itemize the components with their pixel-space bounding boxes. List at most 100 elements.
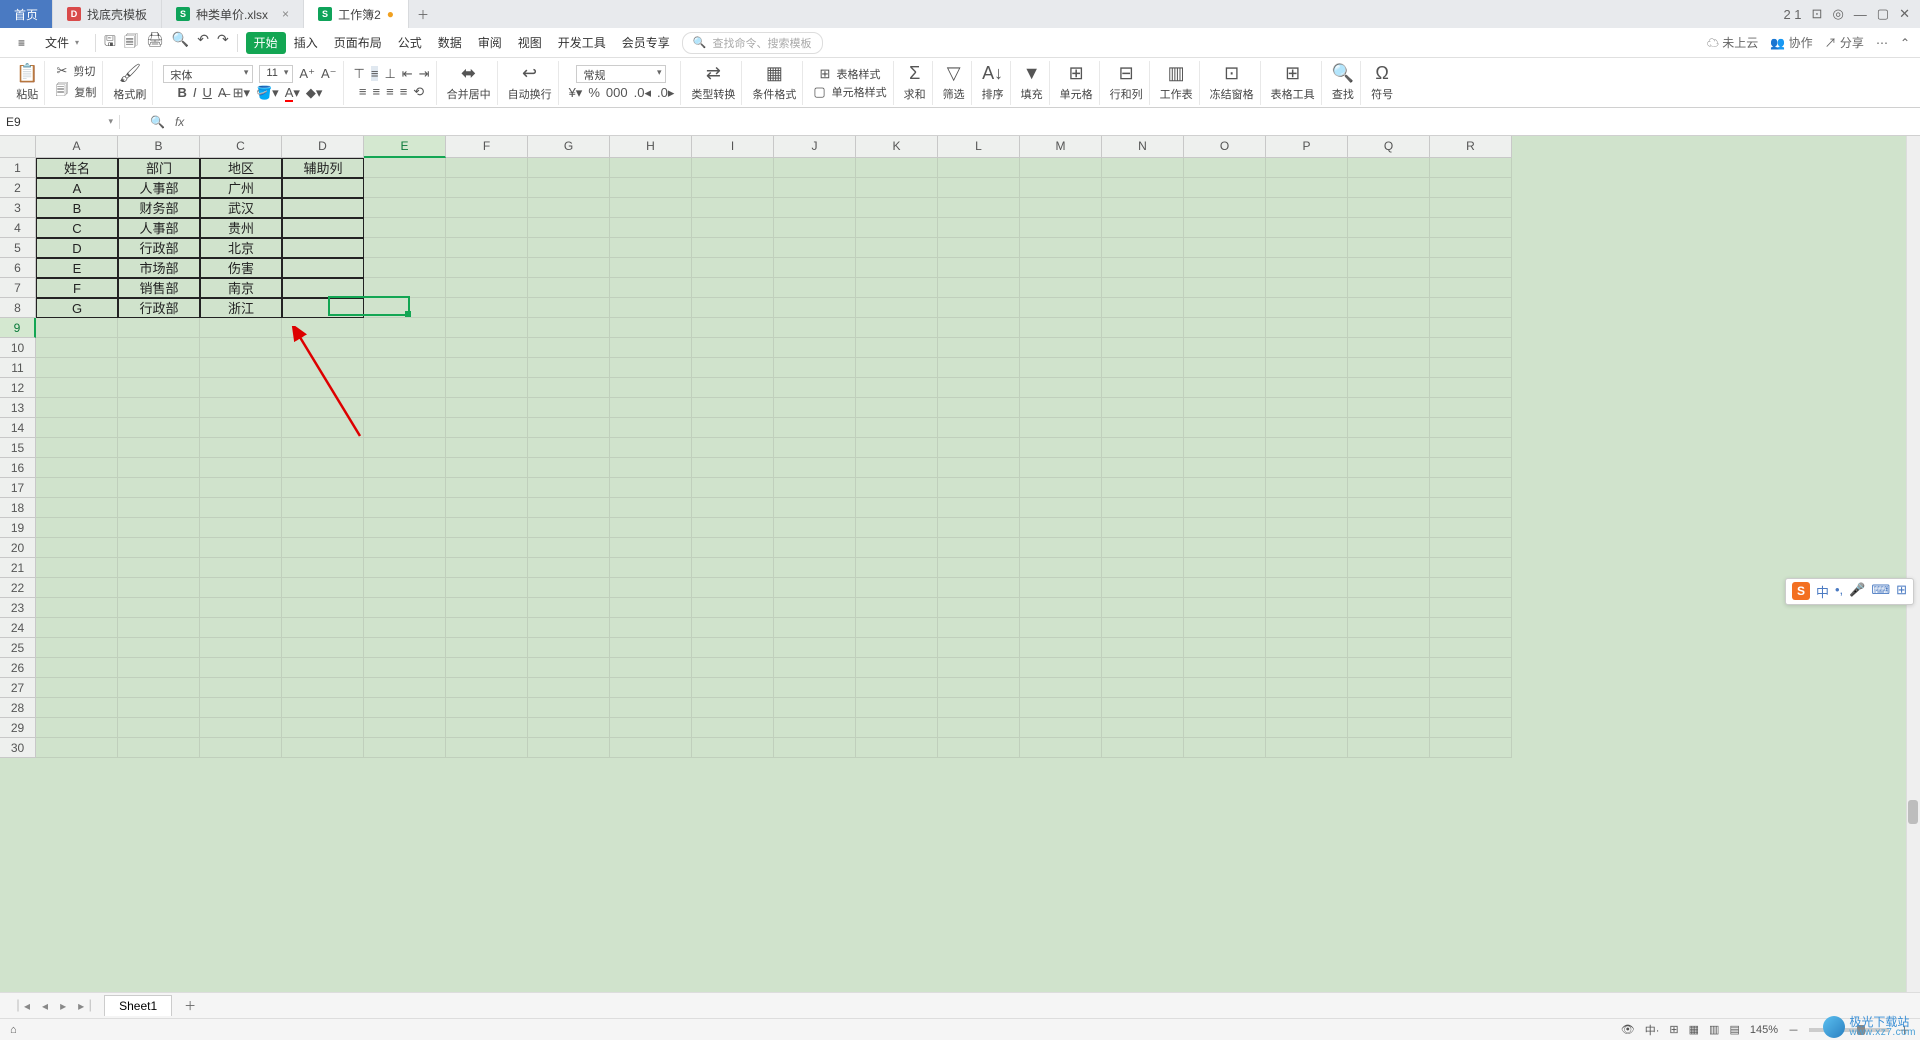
- cell[interactable]: [610, 338, 692, 358]
- cell[interactable]: [1266, 698, 1348, 718]
- scrollbar-thumb[interactable]: [1908, 800, 1918, 824]
- cell[interactable]: F: [36, 278, 118, 298]
- align-right-icon[interactable]: ≡: [386, 84, 394, 99]
- cell[interactable]: [1430, 598, 1512, 618]
- cell[interactable]: [200, 318, 282, 338]
- cell[interactable]: [1348, 398, 1430, 418]
- cell[interactable]: [610, 558, 692, 578]
- row-header[interactable]: 5: [0, 238, 36, 258]
- cell[interactable]: [856, 298, 938, 318]
- cell[interactable]: [36, 318, 118, 338]
- cell[interactable]: [692, 718, 774, 738]
- cell[interactable]: [1102, 318, 1184, 338]
- cell[interactable]: [364, 418, 446, 438]
- cell[interactable]: [774, 178, 856, 198]
- cell[interactable]: 销售部: [118, 278, 200, 298]
- cell[interactable]: [36, 338, 118, 358]
- cell[interactable]: [528, 238, 610, 258]
- cell[interactable]: [692, 618, 774, 638]
- cell[interactable]: [528, 538, 610, 558]
- cell[interactable]: [528, 178, 610, 198]
- number-format-select[interactable]: 常规: [576, 65, 666, 83]
- cell[interactable]: [856, 318, 938, 338]
- cell[interactable]: [36, 718, 118, 738]
- row-header[interactable]: 30: [0, 738, 36, 758]
- cell[interactable]: [118, 618, 200, 638]
- apps-icon[interactable]: ⊡: [1812, 6, 1823, 22]
- cell[interactable]: [200, 338, 282, 358]
- cell[interactable]: [118, 358, 200, 378]
- cell[interactable]: [1348, 378, 1430, 398]
- col-header[interactable]: C: [200, 136, 282, 158]
- cell[interactable]: [1266, 338, 1348, 358]
- cell[interactable]: [200, 458, 282, 478]
- cell[interactable]: [1184, 738, 1266, 758]
- tab-add[interactable]: ＋: [409, 0, 437, 28]
- cell[interactable]: [938, 238, 1020, 258]
- cell[interactable]: [610, 458, 692, 478]
- cell[interactable]: [36, 738, 118, 758]
- cell[interactable]: [1430, 278, 1512, 298]
- cell[interactable]: [774, 358, 856, 378]
- cell[interactable]: [1102, 358, 1184, 378]
- cell[interactable]: [1102, 418, 1184, 438]
- cell[interactable]: [282, 598, 364, 618]
- cell[interactable]: [528, 438, 610, 458]
- print-icon[interactable]: 🖨: [146, 31, 164, 55]
- cell[interactable]: [1348, 558, 1430, 578]
- cell[interactable]: [938, 418, 1020, 438]
- cell[interactable]: [610, 578, 692, 598]
- percent-icon[interactable]: %: [588, 85, 600, 100]
- cell[interactable]: [774, 438, 856, 458]
- cell[interactable]: [1020, 458, 1102, 478]
- cell[interactable]: [610, 418, 692, 438]
- cell[interactable]: [446, 618, 528, 638]
- cell[interactable]: [446, 378, 528, 398]
- cellstyle-icon[interactable]: ▢: [813, 84, 825, 100]
- cell[interactable]: [610, 378, 692, 398]
- cell[interactable]: [1184, 238, 1266, 258]
- cell[interactable]: [1266, 678, 1348, 698]
- row-header[interactable]: 21: [0, 558, 36, 578]
- worksheet-group[interactable]: ▥工作表: [1154, 61, 1200, 105]
- cell[interactable]: [1348, 738, 1430, 758]
- cell[interactable]: [1020, 258, 1102, 278]
- cell[interactable]: [1348, 198, 1430, 218]
- row-headers[interactable]: 1234567891011121314151617181920212223242…: [0, 158, 36, 758]
- cell[interactable]: [528, 298, 610, 318]
- cell[interactable]: [118, 498, 200, 518]
- cell[interactable]: [938, 598, 1020, 618]
- cell[interactable]: 市场部: [118, 258, 200, 278]
- cell[interactable]: [1184, 158, 1266, 178]
- cell[interactable]: [1102, 438, 1184, 458]
- cell[interactable]: [1102, 718, 1184, 738]
- cell[interactable]: [856, 718, 938, 738]
- cell[interactable]: [118, 438, 200, 458]
- cell[interactable]: [1020, 438, 1102, 458]
- cell[interactable]: [282, 538, 364, 558]
- cell[interactable]: [1020, 498, 1102, 518]
- cells-area[interactable]: 姓名部门地区辅助列A人事部广州B财务部武汉C人事部贵州D行政部北京E市场部伤害F…: [36, 158, 1920, 992]
- border-icon[interactable]: ⊞▾: [233, 85, 250, 101]
- cell[interactable]: [1020, 198, 1102, 218]
- menu-item-5[interactable]: 审阅: [470, 32, 510, 54]
- user-icon[interactable]: ◎: [1832, 6, 1843, 22]
- cell[interactable]: [282, 458, 364, 478]
- indent-inc-icon[interactable]: ⇥: [419, 66, 430, 82]
- name-box[interactable]: E9: [0, 115, 120, 129]
- col-header[interactable]: M: [1020, 136, 1102, 158]
- row-header[interactable]: 29: [0, 718, 36, 738]
- cell[interactable]: [1184, 298, 1266, 318]
- cell[interactable]: [364, 718, 446, 738]
- cell[interactable]: [364, 478, 446, 498]
- cell[interactable]: [1348, 458, 1430, 478]
- cell[interactable]: [1184, 558, 1266, 578]
- cell[interactable]: [446, 278, 528, 298]
- cell[interactable]: [692, 498, 774, 518]
- cell[interactable]: [36, 378, 118, 398]
- cell[interactable]: [856, 558, 938, 578]
- cell[interactable]: [1020, 578, 1102, 598]
- cell[interactable]: [1184, 438, 1266, 458]
- cell[interactable]: [528, 378, 610, 398]
- cell[interactable]: [938, 318, 1020, 338]
